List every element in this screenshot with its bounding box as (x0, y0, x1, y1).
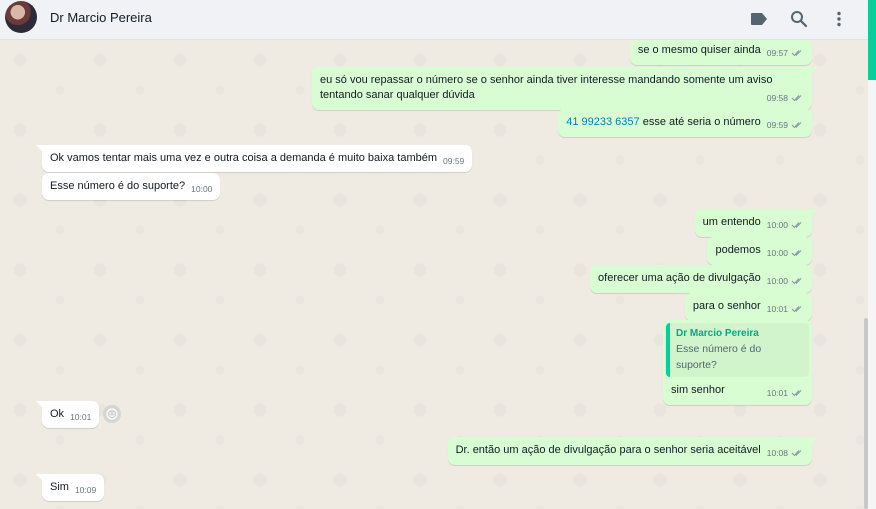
smiley-icon (106, 408, 118, 420)
search-icon[interactable] (789, 9, 809, 29)
message-outgoing[interactable]: podemos 10:00 (707, 237, 812, 265)
chat-panel: se o mesmo quiser ainda 09:57 eu só vou … (0, 40, 868, 509)
message-text: Sim (50, 481, 69, 493)
scroll-accent (868, 0, 876, 80)
message-time: 09:59 (766, 120, 788, 130)
double-check-icon (791, 389, 804, 399)
message-text: um entendo (702, 216, 761, 228)
message-text: Ok (50, 408, 65, 420)
message-outgoing[interactable]: oferecer uma ação de divulgação 10:00 (590, 265, 812, 293)
contact-name[interactable]: Dr Marcio Pereira (50, 10, 152, 25)
double-check-icon (791, 305, 804, 315)
message-text: se o mesmo quiser ainda (637, 44, 761, 56)
message-text: Ok vamos tentar mais uma vez e outra coi… (50, 152, 438, 164)
message-text: para o senhor (692, 300, 761, 312)
double-check-icon (791, 221, 804, 231)
message-incoming[interactable]: Ok vamos tentar mais uma vez e outra coi… (35, 145, 473, 172)
message-time: 10:01 (766, 304, 788, 314)
phone-link[interactable]: 41 99233 6357 (566, 116, 639, 128)
quoted-message[interactable]: Dr Marcio Pereira Esse número é do supor… (666, 323, 809, 377)
chat-header: Dr Marcio Pereira (0, 0, 868, 40)
message-incoming[interactable]: Sim 10:09 (35, 474, 105, 501)
message-time: 10:01 (766, 388, 788, 398)
message-outgoing[interactable]: para o senhor 10:01 (684, 293, 812, 321)
message-outgoing[interactable]: um entendo 10:00 (694, 209, 819, 237)
message-time: 10:08 (766, 448, 788, 458)
double-check-icon (791, 277, 804, 287)
message-text: oferecer uma ação de divulgação (598, 272, 761, 284)
message-outgoing[interactable]: eu só vou repassar o número se o senhor … (312, 67, 818, 110)
message-text: sim senhor (671, 384, 725, 396)
menu-icon[interactable] (829, 9, 849, 29)
label-icon[interactable] (749, 9, 769, 29)
quote-text: Esse número é do suporte? (676, 343, 762, 371)
message-text: esse até seria o número (639, 116, 761, 128)
message-incoming[interactable]: Esse número é do suporte? 10:00 (42, 173, 221, 200)
message-incoming[interactable]: Ok 10:01 (35, 401, 100, 428)
message-time: 09:59 (443, 156, 465, 166)
double-check-icon (791, 121, 804, 131)
double-check-icon (791, 49, 804, 59)
message-time: 09:57 (766, 48, 788, 58)
message-outgoing-reply[interactable]: Dr Marcio Pereira Esse número é do supor… (663, 320, 812, 405)
double-check-icon (791, 249, 804, 259)
message-time: 10:00 (766, 220, 788, 230)
contact-avatar[interactable] (5, 1, 37, 33)
message-text: Esse número é do suporte? (50, 180, 186, 192)
message-time: 09:58 (766, 93, 788, 103)
message-text: eu só vou repassar o número se o senhor … (320, 74, 773, 101)
message-time: 10:09 (74, 485, 97, 495)
double-check-icon (791, 94, 804, 104)
message-time: 10:00 (191, 184, 213, 194)
quote-author: Dr Marcio Pereira (676, 328, 759, 339)
message-time: 10:01 (70, 412, 92, 422)
reaction-emoji-button[interactable] (103, 405, 121, 423)
message-outgoing[interactable]: 41 99233 6357 esse até seria o número 09… (558, 109, 812, 137)
double-check-icon (791, 449, 804, 459)
message-text: podemos (715, 244, 761, 256)
message-outgoing[interactable]: se o mesmo quiser ainda 09:57 (629, 40, 812, 65)
message-outgoing[interactable]: Dr. então um ação de divulgação para o s… (447, 437, 819, 465)
message-text: Dr. então um ação de divulgação para o s… (455, 444, 761, 456)
message-time: 10:00 (766, 248, 788, 258)
scrollbar-thumb[interactable] (864, 318, 868, 509)
message-time: 10:00 (766, 276, 788, 286)
